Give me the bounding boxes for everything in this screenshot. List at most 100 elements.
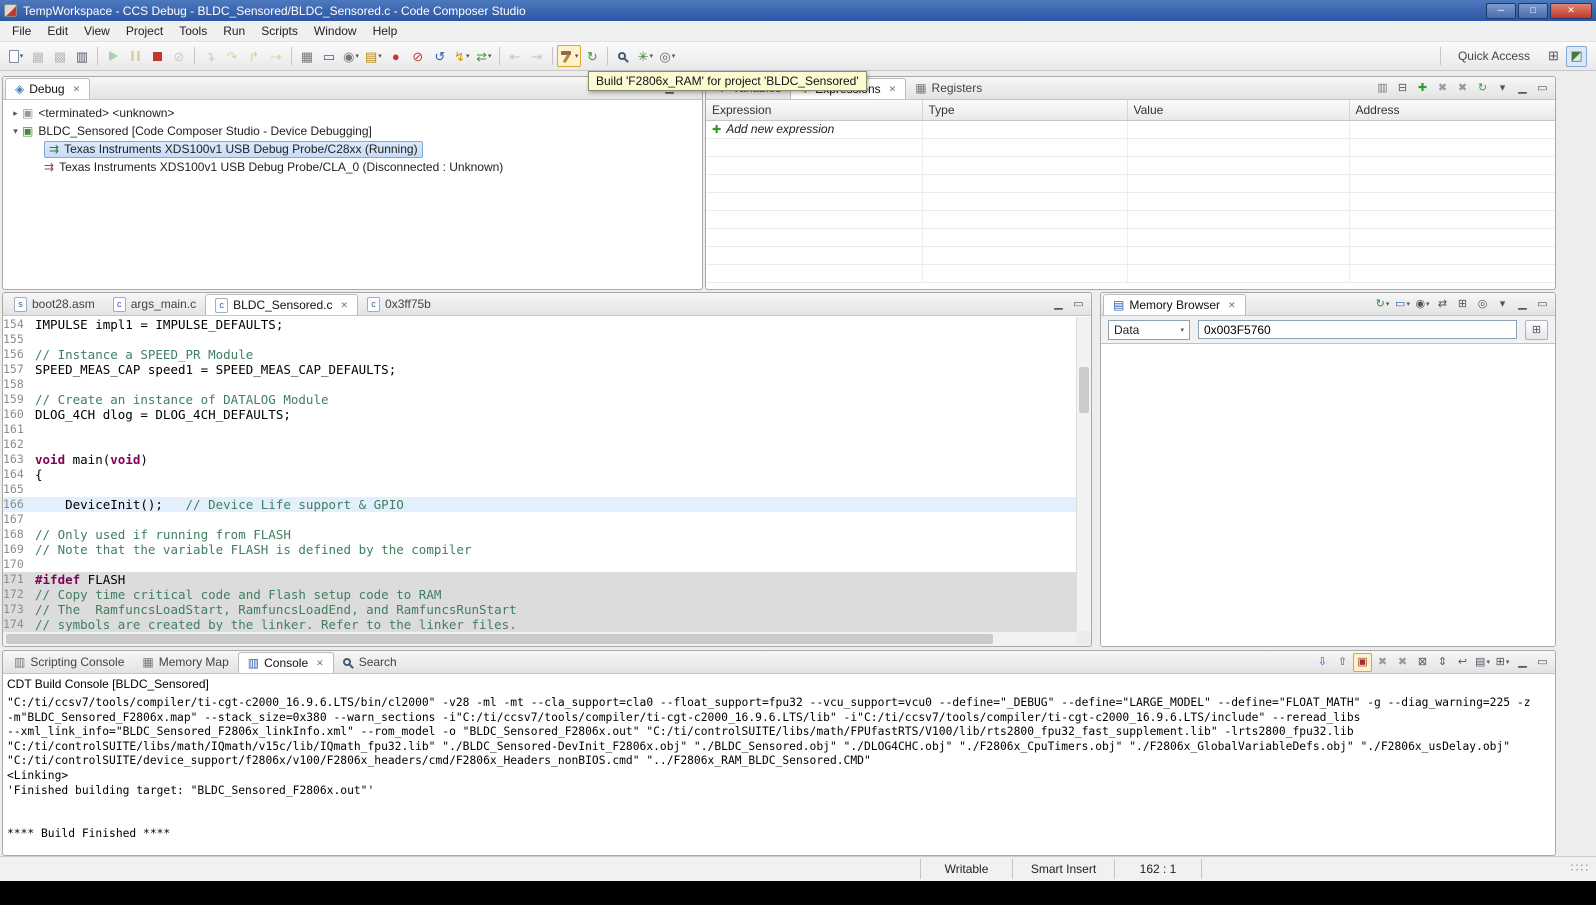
add-expression-icon[interactable]: ✚ [1413, 79, 1432, 98]
collapse-all-icon[interactable]: ⊟ [1393, 79, 1412, 98]
pin-memory-icon[interactable]: ◎ [1473, 295, 1492, 314]
memory-address-input[interactable] [1198, 320, 1517, 339]
tab-args-main-c[interactable]: c args_main.c [104, 293, 205, 315]
console-body[interactable]: CDT Build Console [BLDC_Sensored] "C:/ti… [3, 674, 1555, 845]
previous-console-icon[interactable]: ⇧ [1333, 653, 1352, 672]
watch-icon[interactable]: ◉ ▾ [340, 45, 362, 67]
maximize-icon[interactable]: ▭ [1533, 79, 1552, 98]
dropdown-arrow-icon[interactable]: ▾ [672, 52, 676, 60]
filter-icon[interactable]: ✳ ▾ [634, 45, 656, 67]
close-icon[interactable]: ✕ [889, 84, 897, 95]
step-over-icon[interactable]: ↷ [221, 45, 243, 67]
debug-tree-item[interactable]: ⇉ Texas Instruments XDS100v1 USB Debug Pr… [5, 140, 700, 158]
new-memory-tab-button[interactable]: ⊞ [1525, 319, 1548, 340]
horizontal-scroll-thumb[interactable] [6, 634, 994, 644]
open-perspective-icon[interactable]: ⊞ [1543, 46, 1564, 67]
toggle-breakpoint-icon[interactable]: ● [385, 45, 407, 67]
dropdown-arrow-icon[interactable]: ▾ [1406, 300, 1410, 308]
link-address-icon[interactable]: ⇄ [1433, 295, 1452, 314]
pin-console-icon[interactable]: ▣ [1353, 652, 1372, 672]
minimize-icon[interactable]: ▁ [1513, 653, 1532, 672]
close-icon[interactable]: ✕ [340, 300, 348, 311]
save-all-icon[interactable]: ▩ [49, 45, 71, 67]
menu-project[interactable]: Project [118, 22, 171, 40]
dropdown-arrow-icon[interactable]: ▾ [650, 52, 654, 60]
new-rendering-icon[interactable]: ⊞ [1453, 295, 1472, 314]
menu-run[interactable]: Run [215, 22, 253, 40]
minimize-icon[interactable]: ▁ [1513, 79, 1532, 98]
tree-twisty-icon[interactable]: ▾ [9, 126, 22, 137]
dropdown-arrow-icon[interactable]: ▾ [466, 52, 470, 60]
code-editor[interactable]: 154 IMPULSE impl1 = IMPULSE_DEFAULTS; 155 1… [3, 317, 1076, 631]
menu-tools[interactable]: Tools [171, 22, 215, 40]
dropdown-arrow-icon[interactable]: ▾ [1506, 658, 1510, 666]
resume-icon[interactable] [102, 45, 124, 67]
refresh-expressions-icon[interactable]: ↻ [1473, 79, 1492, 98]
maximize-window-button[interactable]: □ [1518, 2, 1548, 19]
next-console-icon[interactable]: ⇩ [1313, 653, 1332, 672]
flash-program-icon[interactable]: ↯ ▾ [451, 45, 473, 67]
word-wrap-icon[interactable]: ↩ [1453, 653, 1472, 672]
tab-memory-browser[interactable]: ▤ Memory Browser ✕ [1103, 294, 1246, 315]
eye-icon[interactable]: ◉ ▾ [1413, 295, 1432, 314]
dropdown-arrow-icon[interactable]: ▾ [378, 52, 382, 60]
dropdown-arrow-icon[interactable]: ▾ [488, 52, 492, 60]
menu-edit[interactable]: Edit [39, 22, 76, 40]
debug-tree-item[interactable]: ⇉ Texas Instruments XDS100v1 USB Debug Pr… [5, 158, 700, 176]
editor-horizontal-scrollbar[interactable] [3, 631, 1076, 646]
step-return-icon[interactable]: ↱ [243, 45, 265, 67]
new-file-icon[interactable]: ▾ [5, 45, 27, 67]
view-menu-icon[interactable]: ▾ [1493, 295, 1512, 314]
tab-0x3ff75b[interactable]: c 0x3ff75b [358, 293, 440, 315]
tree-twisty-icon[interactable]: ▸ [9, 108, 22, 119]
close-icon[interactable]: ✕ [1228, 300, 1236, 311]
debug-tree-item[interactable]: ▸ ▣ <terminated> <unknown> [5, 104, 700, 122]
suspend-icon[interactable] [124, 45, 146, 67]
step-into-icon[interactable]: ↴ [199, 45, 221, 67]
remove-all-expressions-icon[interactable]: ✖ [1453, 79, 1472, 98]
menu-scripts[interactable]: Scripts [253, 22, 306, 40]
vertical-scroll-thumb[interactable] [1079, 367, 1089, 413]
column-header-value[interactable]: Value [1127, 100, 1350, 121]
column-header-type[interactable]: Type [922, 100, 1128, 121]
restore-views-icon[interactable]: ↺ [429, 45, 451, 67]
build-icon[interactable]: ▾ [556, 45, 582, 67]
step-forward-icon[interactable]: ⇥ [526, 45, 548, 67]
debug-tree-item[interactable]: ▾ ▣ BLDC_Sensored [Code Composer Studio - … [5, 122, 700, 140]
clear-console-icon[interactable]: ⊠ [1413, 653, 1432, 672]
dropdown-arrow-icon[interactable]: ▾ [20, 52, 24, 60]
search-icon[interactable] [612, 45, 634, 67]
tab-bldc-sensored-c[interactable]: c BLDC_Sensored.c ✕ [205, 294, 359, 315]
view-menu-icon[interactable]: ▾ [1493, 79, 1512, 98]
load-memory-icon[interactable]: ▭ ▾ [1393, 295, 1412, 314]
tab-boot28-asm[interactable]: s boot28.asm [5, 293, 104, 315]
menu-view[interactable]: View [76, 22, 118, 40]
display-console-icon[interactable]: ▤ ▾ [1473, 653, 1492, 672]
step-back-icon[interactable]: ⇤ [504, 45, 526, 67]
tab-registers[interactable]: ▦ Registers [906, 77, 991, 99]
remove-launch-icon[interactable]: ✖ [1373, 653, 1392, 672]
skip-breakpoints-icon[interactable]: ⊘ [407, 45, 429, 67]
disconnect-icon[interactable]: ⊘ [168, 45, 190, 67]
minimize-icon[interactable]: ▁ [1513, 295, 1532, 314]
save-icon[interactable]: ▦ [27, 45, 49, 67]
tab-scripting-console[interactable]: ▥ Scripting Console [5, 651, 133, 673]
dropdown-arrow-icon[interactable]: ▾ [1486, 658, 1490, 666]
add-expression-cell[interactable]: ✚ Add new expression [706, 120, 923, 139]
open-console-icon[interactable]: ⊞ ▾ [1493, 653, 1512, 672]
terminate-icon[interactable] [146, 45, 168, 67]
memory-content-area[interactable] [1101, 345, 1555, 646]
remove-expression-icon[interactable]: ✖ [1433, 79, 1452, 98]
tab-search[interactable]: Search [334, 651, 406, 673]
show-device-icon[interactable]: ▭ [318, 45, 340, 67]
add-expression-row[interactable]: ✚ Add new expression [706, 120, 1555, 139]
registers-view-icon[interactable]: ▦ [296, 45, 318, 67]
tab-console[interactable]: ▥ Console ✕ [237, 652, 334, 673]
close-icon[interactable]: ✕ [73, 84, 81, 95]
connect-target-icon[interactable]: ⇄ ▾ [473, 45, 495, 67]
maximize-icon[interactable]: ▭ [1533, 653, 1552, 672]
show-type-names-icon[interactable]: ▥ [1373, 79, 1392, 98]
refresh-icon[interactable]: ↻ [581, 45, 603, 67]
pin-icon[interactable]: ◎ ▾ [656, 45, 678, 67]
open-console-view-icon[interactable]: ▥ [71, 45, 93, 67]
